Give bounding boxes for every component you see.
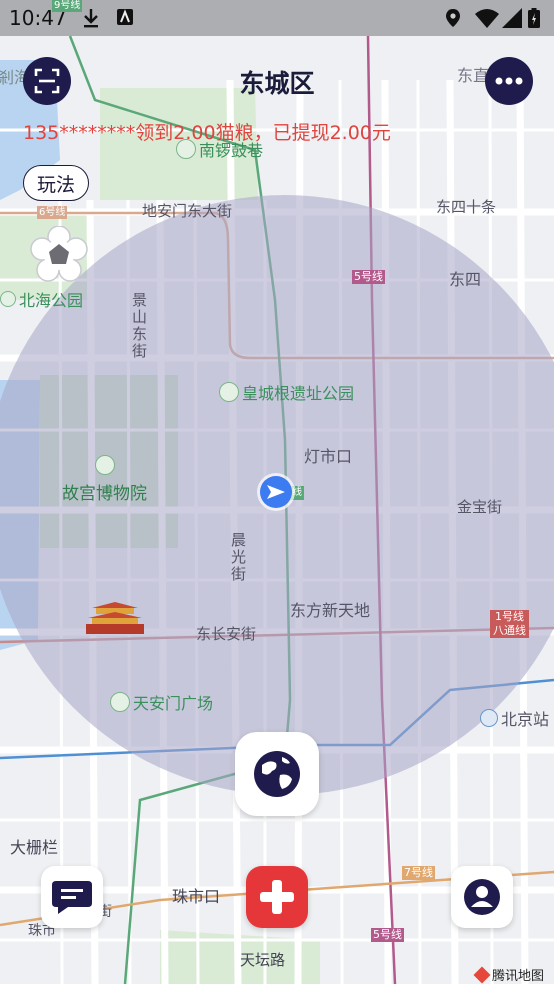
subway-label-line1: 1号线 八通线: [490, 610, 529, 638]
road-jinbaojie: 金宝街: [457, 498, 503, 516]
road-dongsishitiao: 东四十条: [436, 198, 497, 216]
road-dongchanganjie: 东长安街: [196, 625, 257, 643]
add-button[interactable]: [246, 866, 308, 928]
tiananmen-landmark-icon: [84, 600, 146, 640]
signal-icon: [502, 8, 522, 32]
map-label-dengshikou: 灯市口: [304, 447, 353, 466]
subway-label-line5b: 5号线: [371, 928, 404, 942]
subway-label-line7: 7号线: [402, 866, 435, 880]
subway-label-line9: 9号线: [52, 0, 83, 12]
navigation-arrow-icon: [260, 476, 292, 508]
page-title: 东城区: [239, 69, 315, 98]
battery-icon: [528, 8, 540, 32]
poi-gugong-label: 故宫博物院: [62, 484, 147, 504]
tencent-map-logo-icon: [473, 966, 491, 983]
road-dianmen: 地安门东大街: [142, 202, 233, 220]
tencent-map-logo-text: 腾讯地图: [492, 969, 545, 984]
plus-icon: [260, 880, 294, 914]
app-icon: [116, 8, 134, 30]
more-icon: [495, 77, 523, 85]
map-label-dongsi: 东四: [449, 270, 482, 289]
globe-button[interactable]: [235, 732, 319, 816]
poi-huangcheng-label: 皇城根遗址公园: [242, 384, 355, 403]
poi-beijingzhan-label: 北京站: [501, 710, 550, 729]
subway-label-line1-text: 1号线: [495, 610, 524, 623]
flower-badge-icon: [30, 225, 88, 282]
station-icon: [480, 709, 498, 727]
map-label-dongfang: 东方新天地: [290, 601, 371, 620]
road-tiantanlu: 天坛路: [240, 951, 286, 969]
flower-badge-button[interactable]: [30, 225, 88, 284]
poi-huangcheng[interactable]: 皇城根遗址公园: [219, 380, 354, 404]
subway-label-partial: 线: [290, 486, 304, 500]
rules-button[interactable]: 玩法: [23, 165, 89, 201]
poi-gugong[interactable]: 故宫博物院: [62, 455, 147, 504]
subway-label-line6: 6号线: [37, 206, 68, 219]
chat-button[interactable]: [41, 866, 103, 928]
camera-icon: [94, 455, 115, 475]
road-jingshan: 景山东街: [132, 291, 148, 360]
poi-beijingzhan[interactable]: 北京站: [480, 706, 549, 730]
download-icon: [82, 8, 100, 32]
chat-icon: [52, 881, 92, 914]
globe-icon: [254, 751, 300, 797]
wifi-icon: [475, 8, 499, 32]
road-chenguang: 晨光街: [231, 531, 247, 583]
poi-beihai-label: 北海公园: [19, 291, 84, 310]
map-label-zhushikou: 珠市口: [172, 887, 221, 906]
poi-tiananmen[interactable]: 天安门广场: [110, 690, 213, 714]
map-label-dashilan: 大栅栏: [10, 838, 59, 857]
subway-label-line5a: 5号线: [352, 270, 385, 284]
tree-icon: [219, 382, 239, 402]
poi-beihai[interactable]: 北海公园: [0, 287, 83, 311]
profile-button[interactable]: [451, 866, 513, 928]
subway-label-batong: 八通线: [493, 624, 526, 637]
location-icon: [445, 8, 461, 32]
tencent-map-logo: 腾讯地图: [473, 965, 545, 984]
camera-icon: [0, 291, 16, 307]
camera-icon: [110, 692, 130, 712]
reward-ticker: 135********领到2.00猫粮，已提现2.00元: [23, 122, 391, 144]
poi-tiananmen-label: 天安门广场: [133, 694, 214, 713]
status-bar: 10:47: [0, 0, 554, 36]
profile-icon: [464, 879, 500, 915]
more-button[interactable]: [485, 57, 533, 105]
